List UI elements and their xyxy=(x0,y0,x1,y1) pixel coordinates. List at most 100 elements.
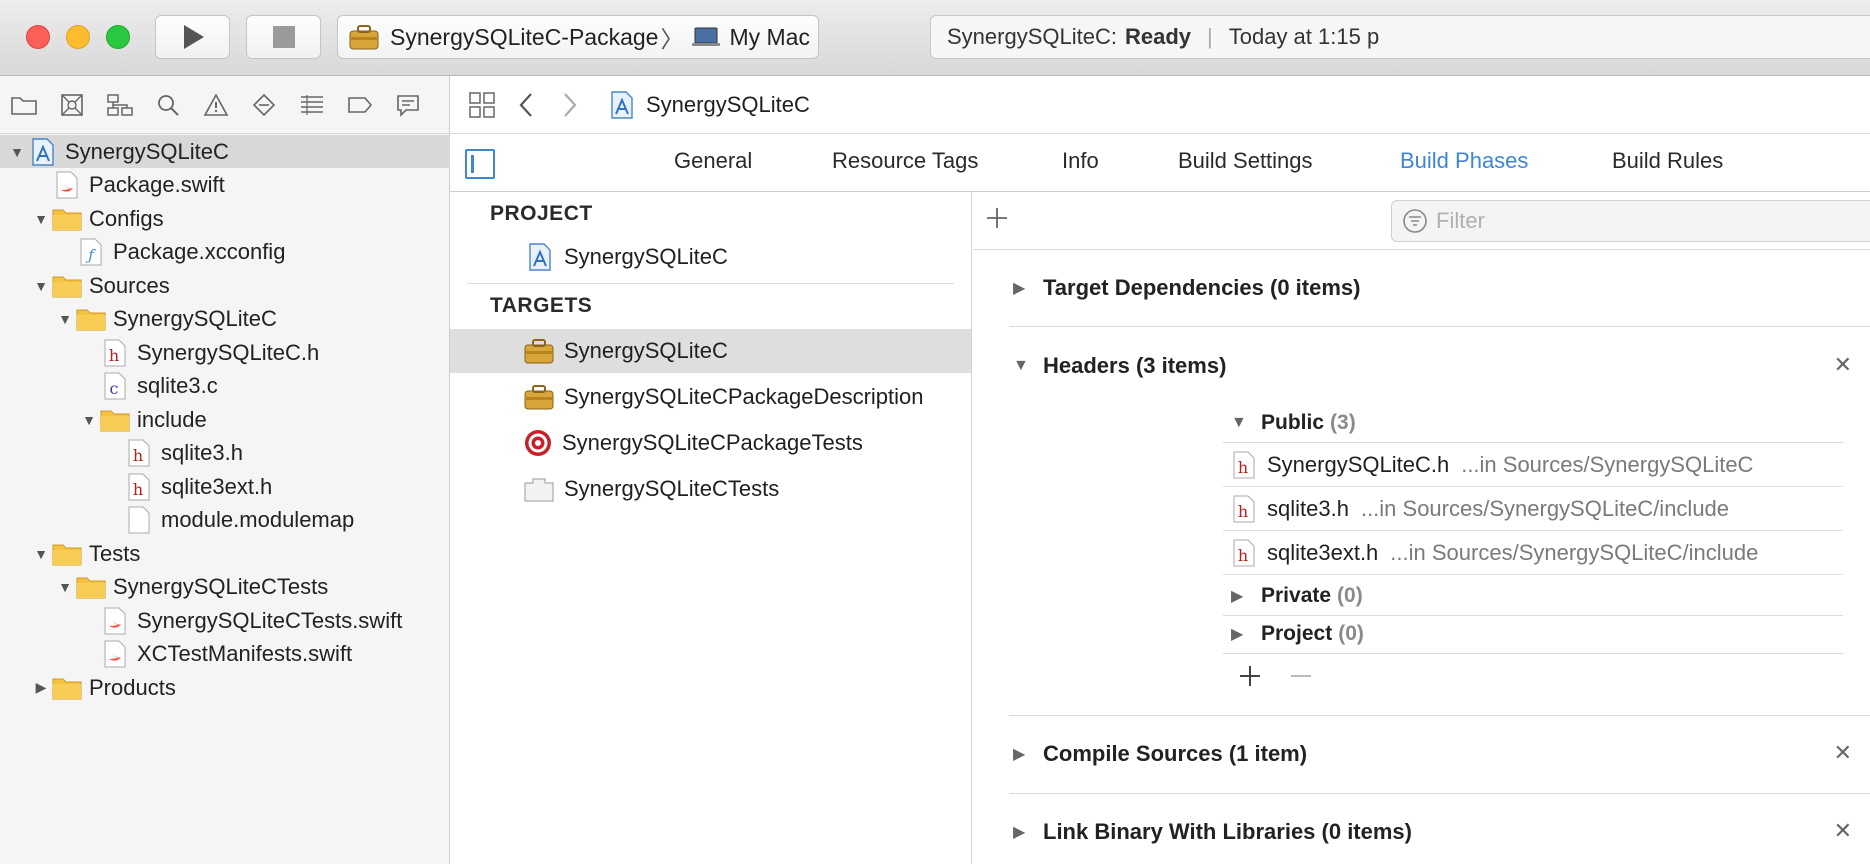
navigator-item-label: Sources xyxy=(89,272,170,298)
header-file-icon: h xyxy=(100,339,130,367)
close-window-button[interactable] xyxy=(26,25,50,49)
navigator-item[interactable]: h sqlite3ext.h xyxy=(0,470,450,503)
navigator-item[interactable]: ▼ include xyxy=(0,403,450,436)
folder-icon xyxy=(100,406,130,434)
disclosure-open-icon[interactable]: ▼ xyxy=(54,308,76,330)
private-headers-group[interactable]: ▶ Private (0) xyxy=(1231,578,1363,614)
source-control-icon[interactable] xyxy=(48,85,96,125)
tab-build-rules[interactable]: Build Rules xyxy=(1612,148,1723,174)
folder-icon[interactable] xyxy=(0,85,48,125)
framework-target-icon xyxy=(523,337,555,365)
svg-text:h: h xyxy=(133,446,143,465)
phase-headers-label: Headers (3 items) xyxy=(1043,353,1227,378)
disclosure-open-icon[interactable]: ▼ xyxy=(78,409,100,431)
tab-build-settings[interactable]: Build Settings xyxy=(1178,148,1313,174)
jumpbar-crumb[interactable]: SynergySQLiteC xyxy=(610,90,810,120)
tab-general[interactable]: General xyxy=(674,148,752,174)
disclosure-open-icon[interactable]: ▼ xyxy=(54,576,76,598)
disclosure-open-icon[interactable]: ▼ xyxy=(30,543,52,565)
jumpbar-crumb-label: SynergySQLiteC xyxy=(646,91,810,117)
tab-build-phases[interactable]: Build Phases xyxy=(1400,148,1528,174)
disclosure-open-icon[interactable]: ▼ xyxy=(30,275,52,297)
minus-icon xyxy=(1291,675,1311,677)
show-targets-toggle[interactable] xyxy=(465,149,495,179)
add-header-button[interactable] xyxy=(1238,664,1262,688)
navigator-item[interactable]: ▼ Configs xyxy=(0,202,450,235)
target-item[interactable]: SynergySQLiteC xyxy=(450,329,971,373)
tab-info[interactable]: Info xyxy=(1062,148,1099,174)
navigator-item[interactable]: ▼ Sources xyxy=(0,269,450,302)
navigator-item[interactable]: Package.swift xyxy=(0,169,450,202)
stop-icon xyxy=(272,26,295,48)
scheme-selector[interactable]: SynergySQLiteC-Package 〉 My Mac xyxy=(337,15,819,59)
phase-target-dependencies-label: Target Dependencies (0 items) xyxy=(1043,275,1361,300)
scheme-project-label: SynergySQLiteC-Package xyxy=(390,23,659,50)
stop-button[interactable] xyxy=(246,15,321,59)
zoom-window-button[interactable] xyxy=(106,25,130,49)
navigator-item[interactable]: SynergySQLiteCTests.swift xyxy=(0,604,450,637)
navigator-item[interactable]: XCTestManifests.swift xyxy=(0,638,450,671)
navigator-item[interactable]: ▼ SynergySQLiteC xyxy=(0,135,450,168)
run-button[interactable] xyxy=(155,15,230,59)
delete-compile-sources-button[interactable]: ✕ xyxy=(1834,740,1852,766)
public-headers-group[interactable]: ▼ Public (3) xyxy=(1231,405,1356,441)
phase-compile-sources[interactable]: ▶ Compile Sources (1 item) xyxy=(1013,734,1853,774)
project-item[interactable]: SynergySQLiteC xyxy=(450,235,971,279)
filter-placeholder: Filter xyxy=(1436,208,1485,233)
header-file-row[interactable]: h sqlite3ext.h ...in Sources/SynergySQLite… xyxy=(1223,531,1843,575)
remove-header-button[interactable] xyxy=(1289,664,1313,688)
project-headers-group[interactable]: ▶ Project (0) xyxy=(1231,616,1364,652)
disclosure-closed-icon[interactable]: ▶ xyxy=(30,677,52,699)
navigator-item[interactable]: ƒ Package.xcconfig xyxy=(0,236,450,269)
breakpoint-icon[interactable] xyxy=(336,85,384,125)
delete-headers-phase-button[interactable]: ✕ xyxy=(1834,352,1852,378)
target-item[interactable]: SynergySQLiteCPackageTests xyxy=(450,421,971,465)
navigator-item[interactable]: ▼ Tests xyxy=(0,537,450,570)
delete-link-binary-button[interactable]: ✕ xyxy=(1834,818,1852,844)
navigator-item[interactable]: ▶ Products xyxy=(0,671,450,704)
phase-target-dependencies[interactable]: ▶ Target Dependencies (0 items) xyxy=(1013,268,1853,308)
header-file-row[interactable]: h sqlite3.h ...in Sources/SynergySQLiteC/i… xyxy=(1223,487,1843,531)
debug-icon[interactable] xyxy=(288,85,336,125)
related-items-icon[interactable] xyxy=(468,91,496,119)
symbol-icon[interactable] xyxy=(96,85,144,125)
disclosure-open-icon[interactable]: ▼ xyxy=(30,208,52,230)
disclosure-open-icon[interactable]: ▼ xyxy=(6,141,28,163)
navigator-item[interactable]: module.modulemap xyxy=(0,504,450,537)
navigator-item[interactable]: h sqlite3.h xyxy=(0,437,450,470)
back-button[interactable] xyxy=(518,92,534,118)
xcconfig-file-icon: ƒ xyxy=(76,238,106,266)
navigator-item[interactable]: h SynergySQLiteC.h xyxy=(0,336,450,369)
project-item-label: SynergySQLiteC xyxy=(564,244,728,269)
target-item-label: SynergySQLiteCPackageTests xyxy=(562,430,863,455)
navigator-item-label: Package.xcconfig xyxy=(113,239,286,264)
test-icon[interactable] xyxy=(240,85,288,125)
filter-field[interactable]: Filter xyxy=(1391,200,1870,242)
target-item[interactable]: SynergySQLiteCPackageDescription xyxy=(450,375,971,419)
phase-link-binary[interactable]: ▶ Link Binary With Libraries (0 items) xyxy=(1013,812,1853,852)
forward-button[interactable] xyxy=(562,92,578,118)
jump-bar: SynergySQLiteC xyxy=(450,76,1870,134)
svg-text:h: h xyxy=(1238,458,1248,477)
navigator-item[interactable]: ▼ SynergySQLiteC xyxy=(0,303,450,336)
report-icon[interactable] xyxy=(384,85,432,125)
issue-icon[interactable] xyxy=(192,85,240,125)
navigator-item-label: XCTestManifests.swift xyxy=(137,641,353,666)
navigator-item[interactable]: ▼ SynergySQLiteCTests xyxy=(0,571,450,604)
phase-headers[interactable]: ▼ Headers (3 items) xyxy=(1013,346,1853,386)
minimize-window-button[interactable] xyxy=(66,25,90,49)
navigator-item-label: SynergySQLiteCTests.swift xyxy=(137,607,403,633)
tab-resource-tags[interactable]: Resource Tags xyxy=(832,148,978,174)
navigator-selector-bar xyxy=(0,76,450,134)
navigator-item[interactable]: c sqlite3.c xyxy=(0,370,450,403)
target-item[interactable]: SynergySQLiteCTests xyxy=(450,467,971,511)
navigator-item-label: SynergySQLiteC.h xyxy=(137,339,320,365)
swift-file-icon xyxy=(52,171,82,199)
find-icon[interactable] xyxy=(144,85,192,125)
header-file-row[interactable]: h SynergySQLiteC.h ...in Sources/SynergySQ… xyxy=(1223,443,1843,487)
activity-status: Ready xyxy=(1124,24,1192,49)
add-phase-button[interactable] xyxy=(985,206,1009,230)
